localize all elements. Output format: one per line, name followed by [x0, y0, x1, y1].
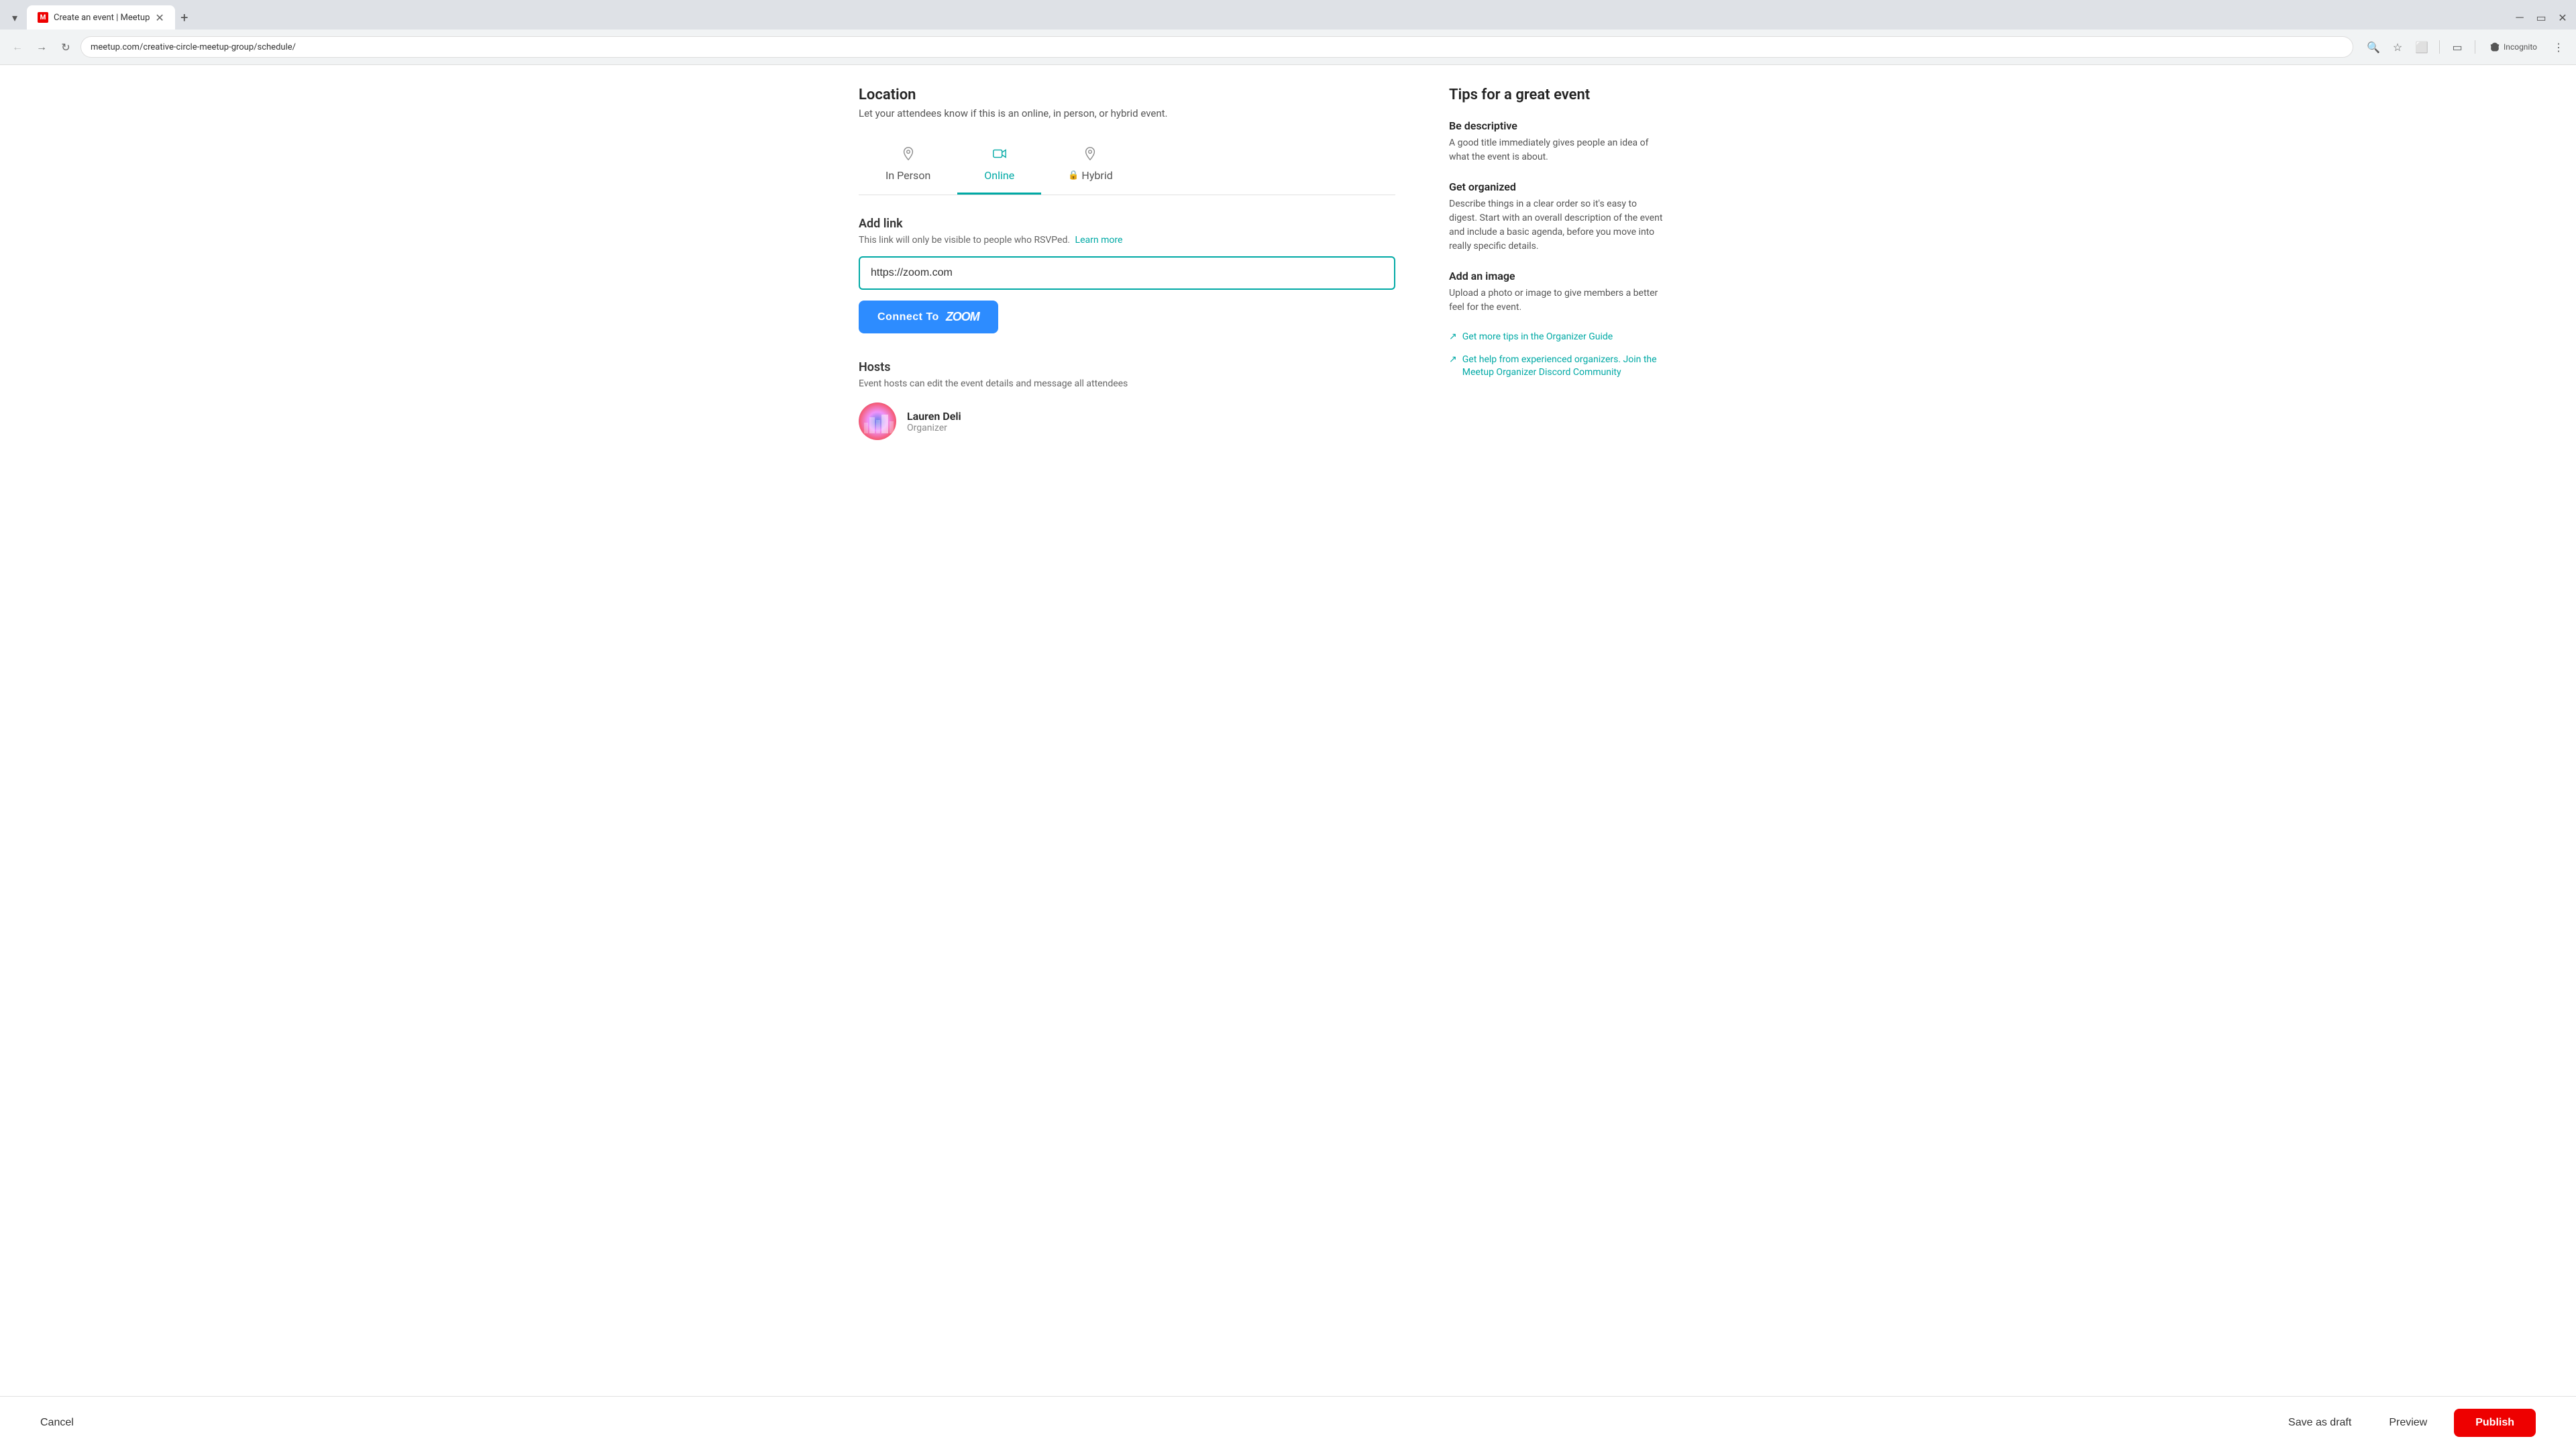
side-panel-icon[interactable]: ▭ [2448, 38, 2467, 56]
nav-bar: ← → ↻ meetup.com/creative-circle-meetup-… [0, 30, 2576, 64]
menu-icon[interactable]: ⋮ [2549, 38, 2568, 56]
window-controls: ─ ▭ ✕ [2512, 9, 2571, 25]
add-link-title: Add link [859, 217, 1395, 231]
in-person-icon [901, 146, 916, 165]
tip-image-text: Upload a photo or image to give members … [1449, 286, 1664, 315]
hybrid-icon [1083, 146, 1097, 165]
tip-descriptive-heading: Be descriptive [1449, 119, 1664, 132]
restore-btn[interactable]: ▭ [2533, 9, 2549, 25]
hosts-title: Hosts [859, 360, 1395, 374]
footer-bar: Cancel Save as draft Preview Publish [0, 1396, 2576, 1449]
tip-descriptive: Be descriptive A good title immediately … [1449, 119, 1664, 164]
zoom-logo: ZOOM [946, 310, 979, 324]
url-text: meetup.com/creative-circle-meetup-group/… [91, 42, 296, 52]
close-btn[interactable]: ✕ [2555, 9, 2571, 25]
link-input[interactable] [859, 256, 1395, 290]
tip-organized-text: Describe things in a clear order so it's… [1449, 197, 1664, 254]
location-section: Location Let your attendees know if this… [859, 87, 1395, 333]
new-tab-btn[interactable]: + [175, 8, 194, 27]
organizer-guide-link[interactable]: ↗ Get more tips in the Organizer Guide [1449, 331, 1664, 344]
hosts-section: Hosts Event hosts can edit the event det… [859, 360, 1395, 440]
tip-image: Add an image Upload a photo or image to … [1449, 270, 1664, 315]
location-title: Location [859, 87, 1395, 103]
tab-hybrid[interactable]: 🔒 Hybrid [1041, 138, 1140, 195]
forward-btn[interactable]: → [32, 38, 51, 56]
save-draft-button[interactable]: Save as draft [2277, 1410, 2362, 1436]
bookmark-icon[interactable]: ☆ [2388, 38, 2407, 56]
toolbar-icons: 🔍 ☆ ⬜ ▭ Incognito ⋮ [2364, 38, 2568, 56]
learn-more-link[interactable]: Learn more [1075, 235, 1123, 246]
tip-organized: Get organized Describe things in a clear… [1449, 180, 1664, 254]
page-body: Location Let your attendees know if this… [0, 65, 2576, 515]
online-icon [992, 146, 1007, 165]
tab-hybrid-label: Hybrid [1081, 169, 1112, 182]
back-btn[interactable]: ← [8, 38, 27, 56]
tab-close-btn[interactable]: ✕ [155, 11, 164, 24]
publish-button[interactable]: Publish [2454, 1409, 2536, 1437]
hosts-desc: Event hosts can edit the event details a… [859, 378, 1395, 389]
reload-btn[interactable]: ↻ [56, 38, 75, 56]
search-icon[interactable]: 🔍 [2364, 38, 2383, 56]
preview-button[interactable]: Preview [2378, 1410, 2438, 1436]
tab-favicon: M [38, 12, 48, 23]
connect-zoom-btn[interactable]: Connect To ZOOM [859, 301, 998, 333]
location-desc: Let your attendees know if this is an on… [859, 107, 1395, 119]
tip-descriptive-text: A good title immediately gives people an… [1449, 136, 1664, 164]
tab-in-person[interactable]: In Person [859, 138, 957, 195]
discord-community-text: Get help from experienced organizers. Jo… [1462, 354, 1664, 380]
active-tab[interactable]: M Create an event | Meetup ✕ [27, 5, 175, 30]
lock-icon: 🔒 [1068, 170, 1079, 180]
host-name: Lauren Deli [907, 410, 961, 423]
tips-title: Tips for a great event [1449, 87, 1664, 103]
page-layout: Location Let your attendees know if this… [818, 65, 1758, 462]
main-content: Location Let your attendees know if this… [859, 87, 1395, 440]
host-avatar [859, 402, 896, 440]
organizer-guide-text: Get more tips in the Organizer Guide [1462, 331, 1613, 344]
tab-bar: ▾ M Create an event | Meetup ✕ + ─ ▭ ✕ [0, 0, 2576, 30]
extensions-icon[interactable]: ⬜ [2412, 38, 2431, 56]
host-info: Lauren Deli Organizer [907, 410, 961, 433]
incognito-badge: Incognito [2483, 40, 2544, 54]
tab-title: Create an event | Meetup [54, 13, 150, 23]
browser-chrome: ▾ M Create an event | Meetup ✕ + ─ ▭ ✕ ←… [0, 0, 2576, 65]
external-link-icon-2: ↗ [1449, 354, 1457, 365]
address-bar[interactable]: meetup.com/creative-circle-meetup-group/… [80, 36, 2353, 58]
tip-image-heading: Add an image [1449, 270, 1664, 282]
add-link-desc: This link will only be visible to people… [859, 235, 1395, 246]
connect-btn-prefix: Connect To [877, 311, 939, 323]
cancel-button[interactable]: Cancel [40, 1410, 74, 1436]
add-link-area: Add link This link will only be visible … [859, 217, 1395, 333]
tip-organized-heading: Get organized [1449, 180, 1664, 193]
external-link-icon-1: ↗ [1449, 331, 1457, 342]
discord-community-link[interactable]: ↗ Get help from experienced organizers. … [1449, 354, 1664, 380]
tab-in-person-label: In Person [885, 169, 930, 182]
location-tabs: In Person Online [859, 138, 1395, 195]
tips-sidebar: Tips for a great event Be descriptive A … [1449, 87, 1664, 440]
incognito-label: Incognito [2504, 42, 2537, 52]
footer-right-actions: Save as draft Preview Publish [2277, 1409, 2536, 1437]
tab-online-label: Online [984, 169, 1014, 182]
minimize-btn[interactable]: ─ [2512, 9, 2528, 25]
host-item: Lauren Deli Organizer [859, 402, 1395, 440]
tab-online[interactable]: Online [957, 138, 1041, 195]
host-role: Organizer [907, 423, 961, 433]
tab-expand-btn[interactable]: ▾ [5, 8, 24, 27]
